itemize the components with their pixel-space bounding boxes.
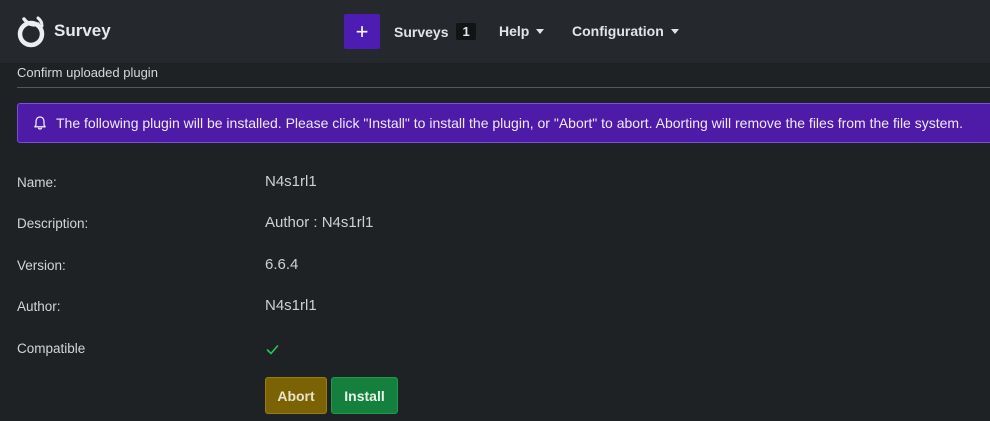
- author-label: Author:: [17, 299, 61, 314]
- nav-help-label: Help: [499, 23, 530, 39]
- create-survey-button[interactable]: +: [344, 14, 380, 49]
- compatible-label: Compatible: [17, 341, 86, 356]
- version-label: Version:: [17, 258, 66, 273]
- name-value: N4s1rl1: [265, 173, 317, 190]
- abort-button[interactable]: Abort: [265, 377, 327, 414]
- surveys-count-badge: 1: [456, 23, 476, 40]
- top-navbar: Survey + Surveys 1 Help Configuration: [0, 0, 990, 63]
- bell-icon: [34, 116, 46, 130]
- title-divider: [17, 87, 990, 88]
- nav-help-dropdown[interactable]: Help: [499, 23, 545, 39]
- brand-name: Survey: [54, 21, 111, 40]
- nav-configuration-dropdown[interactable]: Configuration: [572, 23, 679, 39]
- description-label: Description:: [17, 216, 89, 231]
- alert-message: The following plugin will be installed. …: [56, 115, 963, 131]
- nav-configuration-label: Configuration: [572, 23, 664, 39]
- name-label: Name:: [17, 175, 57, 190]
- version-value: 6.6.4: [265, 256, 299, 273]
- caret-down-icon: [536, 29, 545, 34]
- nav-surveys-label: Surveys: [394, 23, 449, 40]
- caret-down-icon: [670, 29, 679, 34]
- description-value: Author : N4s1rl1: [265, 214, 374, 231]
- check-icon: [266, 345, 279, 355]
- brand-link[interactable]: Survey: [16, 13, 111, 49]
- survey-logo-icon: [17, 16, 45, 48]
- author-value: N4s1rl1: [265, 297, 317, 314]
- install-button[interactable]: Install: [331, 377, 398, 414]
- nav-surveys[interactable]: Surveys 1: [394, 23, 476, 40]
- page-title: Confirm uploaded plugin: [17, 65, 158, 80]
- install-alert: The following plugin will be installed. …: [17, 103, 990, 143]
